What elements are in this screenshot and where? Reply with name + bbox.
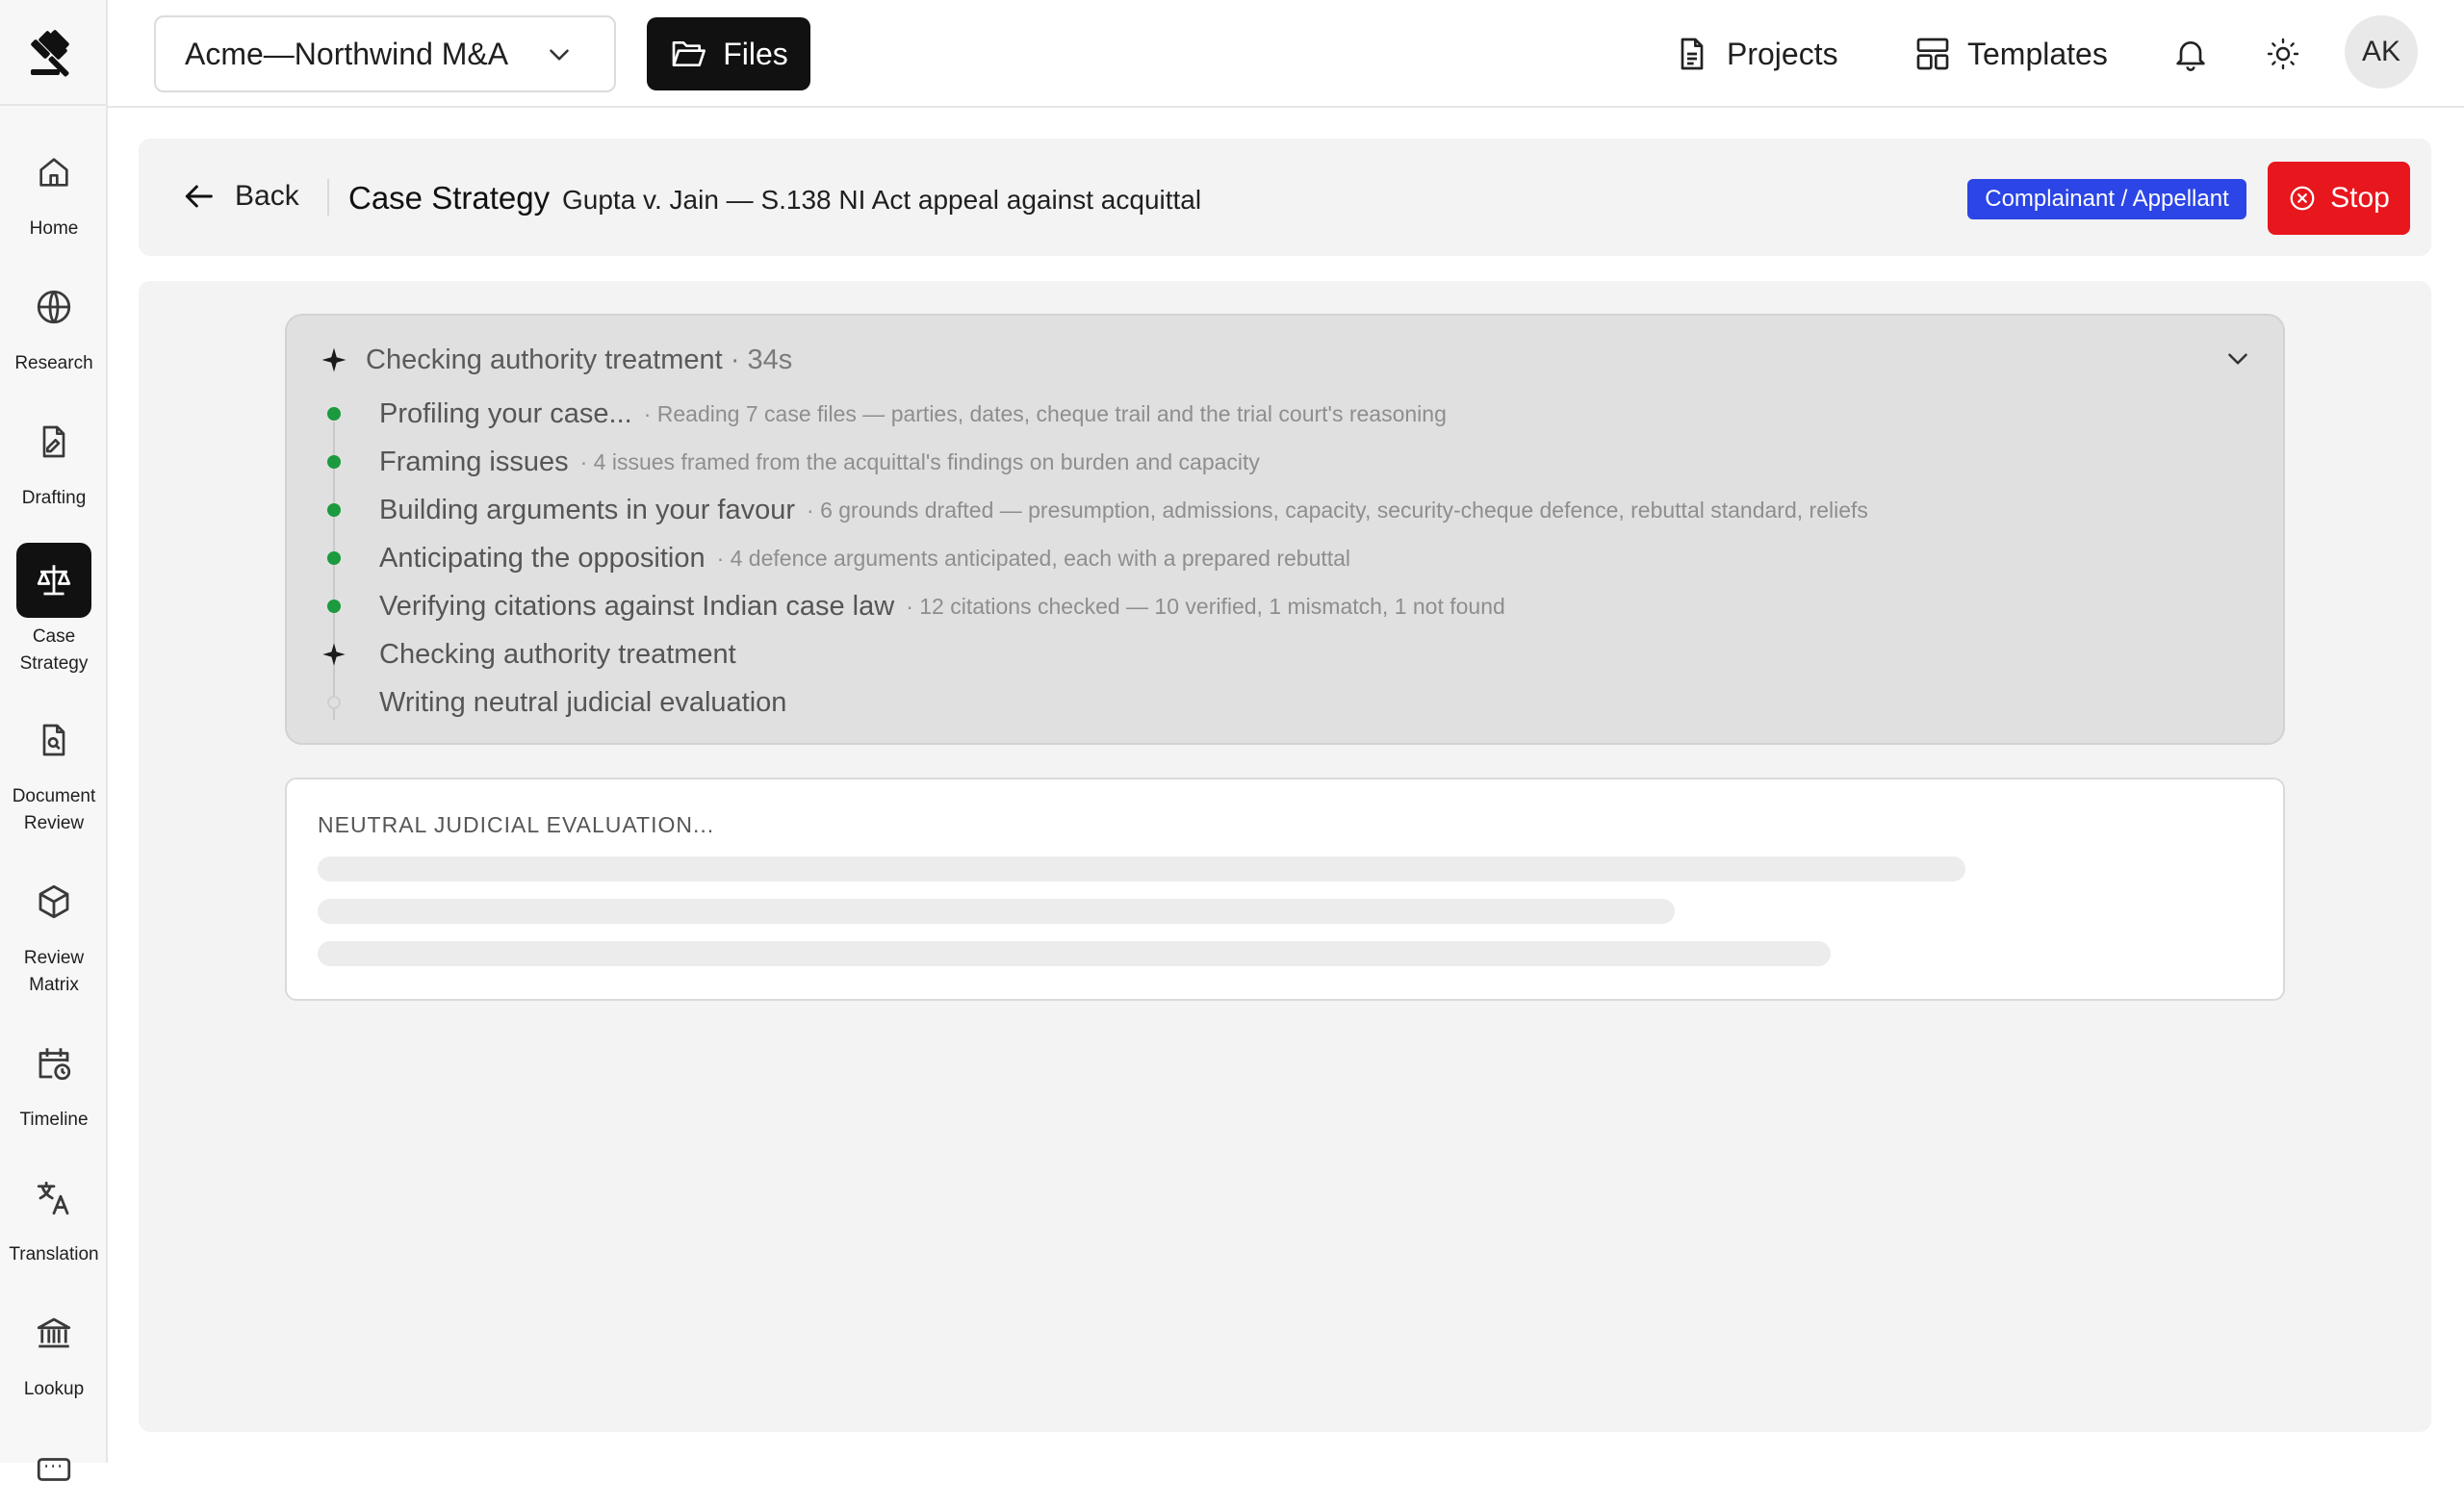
keyboard-icon bbox=[16, 1432, 91, 1507]
current-step-label: Checking authority treatment bbox=[366, 344, 723, 375]
step-done-dot bbox=[327, 600, 341, 613]
scales-icon bbox=[16, 543, 91, 618]
evaluation-title: NEUTRAL JUDICIAL EVALUATION... bbox=[318, 812, 715, 837]
progress-step: Checking authority treatment bbox=[320, 633, 748, 676]
sparkle-icon bbox=[322, 643, 346, 666]
back-button[interactable]: Back bbox=[179, 167, 299, 225]
step-detail: · Reading 7 case files — parties, dates,… bbox=[643, 400, 1447, 426]
calendar-clock-icon bbox=[16, 1026, 91, 1101]
step-done-dot bbox=[327, 503, 341, 517]
arrow-left-icon bbox=[185, 185, 213, 208]
step-pending-dot bbox=[327, 696, 341, 709]
stop-label: Stop bbox=[2330, 182, 2390, 214]
progress-step: Anticipating the opposition · 4 defence … bbox=[320, 537, 1350, 579]
sidebar-item-label: Review Matrix bbox=[23, 948, 85, 995]
sidebar-item-label: Lookup bbox=[23, 1379, 85, 1399]
home-icon bbox=[16, 135, 91, 210]
workspace-select[interactable]: Acme—Northwind M&A bbox=[154, 15, 616, 92]
avatar[interactable]: AK bbox=[2345, 15, 2418, 89]
chevron-down-icon[interactable] bbox=[2221, 343, 2254, 375]
globe-icon bbox=[16, 269, 91, 345]
sidebar-item-review-matrix[interactable]: Review Matrix bbox=[0, 864, 108, 999]
top-bar: Acme—Northwind M&A Files Projects Templa… bbox=[108, 0, 2464, 108]
templates-icon bbox=[1916, 38, 1949, 70]
notifications-button[interactable] bbox=[2166, 29, 2216, 79]
document-icon bbox=[1681, 38, 1704, 70]
workspace-name: Acme—Northwind M&A bbox=[185, 36, 509, 71]
cube-icon bbox=[16, 864, 91, 939]
skeleton-line bbox=[318, 899, 1675, 924]
sidebar-item-home[interactable]: Home bbox=[0, 135, 108, 243]
progress-step: Writing neutral judicial evaluation bbox=[320, 681, 798, 724]
sidebar-item-timeline[interactable]: Timeline bbox=[0, 1026, 108, 1134]
sparkle-icon bbox=[321, 347, 346, 372]
bell-icon bbox=[2176, 41, 2205, 71]
progress-step: Framing issues · 4 issues framed from th… bbox=[320, 441, 1260, 483]
stop-circle-x-icon bbox=[2290, 186, 2315, 211]
progress-header: Checking authority treatment · 34s bbox=[320, 339, 792, 381]
templates-label: Templates bbox=[1967, 36, 2108, 71]
document-search-icon bbox=[16, 702, 91, 778]
templates-link[interactable]: Templates bbox=[1913, 25, 2108, 83]
bank-icon bbox=[16, 1295, 91, 1370]
sidebar: Home Research Drafting Case Strategy Doc… bbox=[0, 0, 108, 1481]
sidebar-item-label: Case Strategy bbox=[19, 626, 89, 674]
folder-open-icon bbox=[672, 41, 706, 66]
case-name: Gupta v. Jain — S.138 NI Act appeal agai… bbox=[562, 185, 1202, 215]
sidebar-item-research[interactable]: Research bbox=[0, 269, 108, 377]
document-edit-icon bbox=[16, 404, 91, 479]
theme-toggle-button[interactable] bbox=[2258, 29, 2308, 79]
step-title: Framing issues bbox=[379, 446, 569, 477]
sidebar-item-case-strategy[interactable]: Case Strategy bbox=[0, 543, 108, 677]
sidebar-item-more[interactable] bbox=[0, 1432, 108, 1507]
step-done-dot bbox=[327, 407, 341, 421]
gavel-logo-icon bbox=[31, 30, 69, 77]
sidebar-item-translation[interactable]: Translation bbox=[0, 1161, 108, 1268]
sidebar-item-lookup[interactable]: Lookup bbox=[0, 1295, 108, 1403]
translate-icon bbox=[16, 1161, 91, 1236]
stop-button[interactable]: Stop bbox=[2268, 162, 2410, 235]
sidebar-item-label: Research bbox=[14, 353, 93, 373]
app-logo[interactable] bbox=[0, 0, 108, 106]
main-panel: Checking authority treatment · 34s Profi… bbox=[139, 281, 2431, 1432]
chevron-down-icon bbox=[550, 49, 569, 61]
step-done-dot bbox=[327, 551, 341, 565]
page-header: Back Case Strategy Gupta v. Jain — S.138… bbox=[139, 139, 2431, 256]
step-detail: · 6 grounds drafted — presumption, admis… bbox=[807, 497, 1868, 523]
step-title: Verifying citations against Indian case … bbox=[379, 590, 895, 622]
progress-step: Building arguments in your favour · 6 gr… bbox=[320, 489, 1868, 531]
projects-label: Projects bbox=[1727, 36, 1838, 71]
back-label: Back bbox=[235, 180, 299, 212]
files-label: Files bbox=[723, 36, 788, 71]
step-title: Anticipating the opposition bbox=[379, 542, 706, 574]
sidebar-item-document-review[interactable]: Document Review bbox=[0, 702, 108, 837]
sidebar-item-label: Home bbox=[29, 218, 79, 239]
sidebar-item-label: Translation bbox=[9, 1244, 99, 1264]
skeleton-line bbox=[318, 941, 1831, 966]
progress-card: Checking authority treatment · 34s Profi… bbox=[285, 314, 2285, 745]
step-title: Profiling your case... bbox=[379, 397, 632, 429]
step-title: Building arguments in your favour bbox=[379, 494, 796, 525]
progress-step: Verifying citations against Indian case … bbox=[320, 585, 1505, 627]
sidebar-item-drafting[interactable]: Drafting bbox=[0, 404, 108, 512]
step-detail: · 4 defence arguments anticipated, each … bbox=[716, 545, 1351, 571]
projects-link[interactable]: Projects bbox=[1673, 25, 1838, 83]
evaluation-card: NEUTRAL JUDICIAL EVALUATION... bbox=[285, 778, 2285, 1001]
sidebar-item-label: Document Review bbox=[12, 786, 96, 833]
sidebar-item-label: Drafting bbox=[21, 488, 87, 508]
step-detail: · 4 issues framed from the acquittal's f… bbox=[579, 448, 1260, 474]
elapsed-time: · 34s bbox=[730, 344, 793, 375]
page-title: Case Strategy bbox=[348, 180, 551, 216]
files-button[interactable]: Files bbox=[647, 17, 810, 90]
sun-icon bbox=[2267, 38, 2299, 70]
role-badge: Complainant / Appellant bbox=[1967, 179, 2246, 219]
skeleton-line bbox=[318, 856, 1965, 881]
step-title: Writing neutral judicial evaluation bbox=[379, 686, 787, 718]
step-title: Checking authority treatment bbox=[379, 638, 736, 670]
header-divider bbox=[327, 179, 329, 216]
sidebar-item-label: Timeline bbox=[19, 1110, 89, 1130]
step-done-dot bbox=[327, 455, 341, 469]
step-detail: · 12 citations checked — 10 verified, 1 … bbox=[906, 593, 1505, 619]
progress-step: Profiling your case... · Reading 7 case … bbox=[320, 393, 1447, 435]
